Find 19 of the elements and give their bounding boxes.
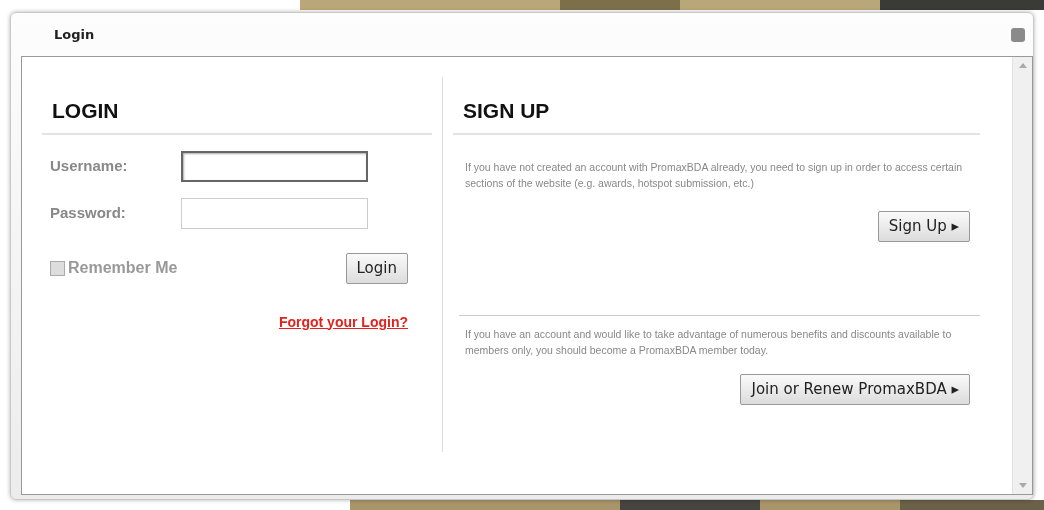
- scroll-down-icon[interactable]: [1018, 483, 1027, 488]
- field-label: Password:: [50, 203, 127, 224]
- scrollbar[interactable]: [1012, 57, 1032, 494]
- remember-checkbox[interactable]: [50, 260, 65, 276]
- forgot-login-link[interactable]: Forgot your Login?: [278, 311, 408, 333]
- close-icon[interactable]: [1011, 27, 1025, 42]
- remember-label: Remember Me: [68, 258, 178, 279]
- login-button[interactable]: Login: [345, 253, 408, 284]
- field-label: Username:: [50, 156, 129, 177]
- dialog-title: Login: [54, 25, 95, 44]
- section-heading: LOGIN: [52, 98, 120, 124]
- username-field[interactable]: [181, 151, 368, 182]
- sign-up-button[interactable]: Sign Up ▸: [877, 211, 970, 242]
- join-button[interactable]: Join or Renew PromaxBDA ▸: [740, 374, 970, 405]
- info-paragraph: If you have an account and would like to take advantage of numerous benefits and discounts available to members only, you should become a PromaxBDA member today.: [465, 327, 953, 358]
- info-paragraph: If you have not created an account with PromaxBDA already, you need to sign up in order to access certain sections of the website (e.g. awards, hotspot submission, etc.): [465, 160, 964, 191]
- password-field[interactable]: [181, 198, 368, 229]
- scroll-up-icon[interactable]: [1018, 63, 1027, 68]
- section-heading: SIGN UP: [463, 98, 551, 124]
